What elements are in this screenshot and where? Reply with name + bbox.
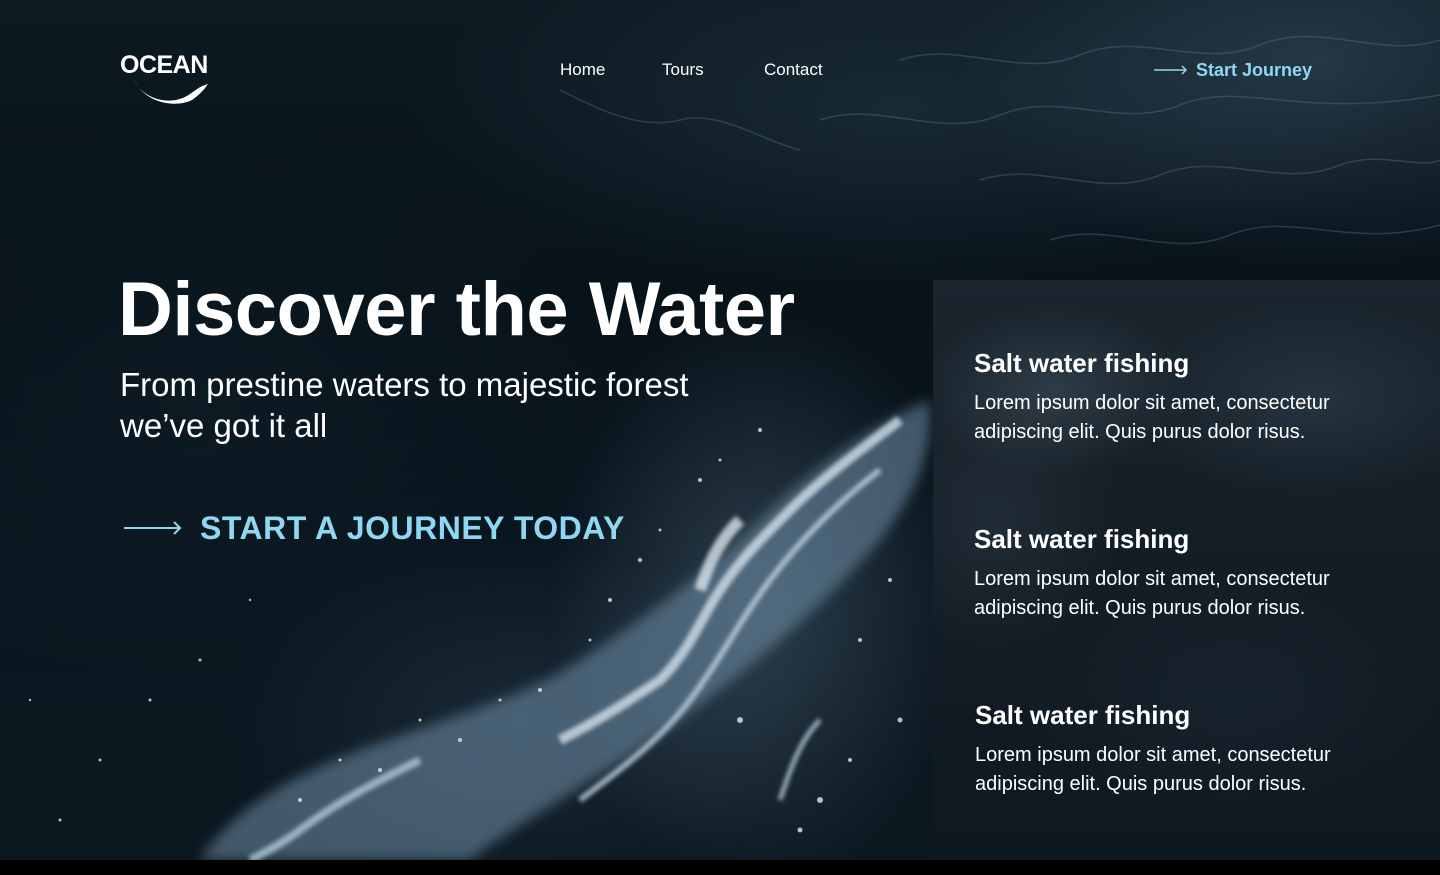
feature-card: Salt water fishing Lorem ipsum dolor sit… <box>975 699 1415 799</box>
hero-title: Discover the Water <box>118 267 795 352</box>
start-journey-label: Start Journey <box>1196 59 1313 80</box>
start-journey-button[interactable]: Start Journey <box>1154 57 1312 83</box>
nav-item-contact[interactable]: Contact <box>764 59 823 81</box>
wave-logo-icon <box>134 80 208 104</box>
arrow-right-icon <box>124 521 182 535</box>
arrow-right-icon <box>1154 65 1188 75</box>
hero-cta-label: START A JOURNEY TODAY <box>200 509 625 546</box>
landing-page: OCEAN Home Tours Contact Start Journey D… <box>0 0 1440 875</box>
nav-item-tours[interactable]: Tours <box>662 59 704 81</box>
feature-panel: Salt water fishing Lorem ipsum dolor sit… <box>933 280 1440 860</box>
page-bottom-edge <box>0 860 1440 875</box>
start-a-journey-today-button[interactable]: START A JOURNEY TODAY <box>124 506 625 550</box>
feature-title: Salt water fishing <box>974 348 1190 378</box>
nav-item-home[interactable]: Home <box>560 59 605 81</box>
feature-description: Lorem ipsum dolor sit amet, consectetur … <box>974 392 1330 443</box>
feature-description: Lorem ipsum dolor sit amet, consectetur … <box>974 568 1330 619</box>
feature-description: Lorem ipsum dolor sit amet, consectetur … <box>975 744 1331 795</box>
feature-title: Salt water fishing <box>974 524 1190 554</box>
feature-card: Salt water fishing Lorem ipsum dolor sit… <box>974 347 1414 447</box>
feature-card: Salt water fishing Lorem ipsum dolor sit… <box>974 523 1414 623</box>
hero-subtitle: From prestine waters to majestic forest … <box>120 366 689 444</box>
feature-title: Salt water fishing <box>975 700 1191 730</box>
logo-text: OCEAN <box>120 51 208 79</box>
ocean-logo[interactable]: OCEAN <box>120 52 212 104</box>
